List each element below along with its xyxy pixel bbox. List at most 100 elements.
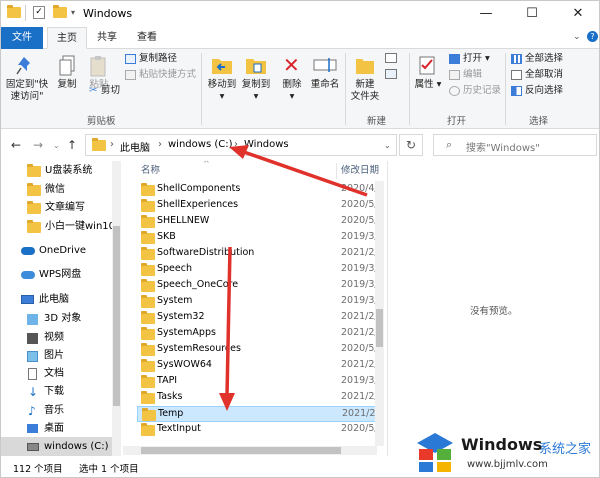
- table-row[interactable]: SHELLNEW 2020/5/: [137, 214, 383, 230]
- table-row[interactable]: SystemApps 2021/2/: [137, 326, 383, 342]
- scroll-thumb[interactable]: [141, 447, 341, 454]
- nav-item-label: 文档: [44, 368, 64, 379]
- column-header-date[interactable]: 修改日期: [341, 161, 379, 181]
- select-all-button[interactable]: 全部选择: [525, 53, 563, 65]
- tab-home[interactable]: 主页: [47, 27, 87, 49]
- new-folder-button[interactable]: 新建 文件夹: [347, 79, 383, 103]
- table-row[interactable]: SoftwareDistribution 2021/2/: [137, 246, 383, 262]
- new-folder-icon[interactable]: [53, 5, 67, 18]
- search-input[interactable]: ⌕ 搜索"Windows": [433, 134, 597, 156]
- table-row[interactable]: Speech 2019/3/: [137, 262, 383, 278]
- checkmark-icon[interactable]: ✓: [33, 6, 45, 19]
- breadcrumb-drive-c[interactable]: windows (C:): [168, 139, 232, 150]
- folder-icon: [7, 5, 21, 18]
- navigation-pane: U盘装系统 微信 文章编写 小白一键win10 OneDrive WPS网盘 此…: [1, 161, 121, 456]
- move-to-button[interactable]: 移动到 ▾: [205, 79, 239, 103]
- scroll-thumb[interactable]: [376, 309, 383, 347]
- tab-file[interactable]: 文件: [1, 27, 43, 49]
- copy-button[interactable]: 复制: [53, 79, 81, 91]
- new-item-icon[interactable]: [385, 53, 397, 63]
- cloud-icon: [21, 271, 35, 279]
- move-to-label: 移动到: [207, 79, 237, 90]
- help-icon[interactable]: ?: [587, 31, 598, 42]
- table-row[interactable]: Temp 2021/2/: [137, 406, 383, 422]
- easy-access-icon[interactable]: [385, 69, 397, 79]
- scroll-thumb[interactable]: [113, 226, 120, 406]
- table-row[interactable]: TextInput 2020/5/: [137, 422, 383, 438]
- table-row[interactable]: SystemResources 2020/5/: [137, 342, 383, 358]
- table-row[interactable]: TAPI 2019/3/: [137, 374, 383, 390]
- tab-view[interactable]: 查看: [127, 27, 167, 49]
- pin-icon: [15, 55, 33, 77]
- file-list-vertical-scrollbar[interactable]: [375, 181, 384, 446]
- maximize-button[interactable]: ☐: [509, 1, 555, 27]
- chevron-down-icon[interactable]: ⌄: [573, 32, 581, 42]
- new-folder-icon: [355, 55, 375, 75]
- folder-icon: [27, 201, 41, 214]
- file-date: 2020/5/: [341, 199, 378, 210]
- new-folder-label-line2: 文件夹: [350, 91, 380, 102]
- history-button[interactable]: 历史记录: [463, 85, 501, 97]
- minimize-button[interactable]: —: [463, 1, 509, 27]
- nav-item-label: windows (C:): [44, 441, 109, 452]
- cut-button[interactable]: 剪切: [101, 85, 120, 97]
- windows-logo-icon: [417, 433, 453, 472]
- paste-shortcut-button[interactable]: 粘贴快捷方式: [139, 69, 196, 81]
- select-none-button[interactable]: 全部取消: [525, 69, 563, 81]
- file-name: SKB: [157, 231, 176, 242]
- file-name: ShellComponents: [157, 183, 241, 194]
- search-placeholder: 搜索"Windows": [466, 143, 540, 154]
- delete-icon: ✕: [283, 53, 300, 77]
- file-name: SHELLNEW: [157, 215, 210, 226]
- table-row[interactable]: Speech_OneCore 2019/3/: [137, 278, 383, 294]
- table-row[interactable]: System 2019/3/: [137, 294, 383, 310]
- rename-button[interactable]: 重命名: [307, 79, 343, 91]
- address-box[interactable]: › 此电脑 › windows (C:) › Windows ⌄: [85, 134, 397, 156]
- file-date: 2021/2/: [342, 408, 379, 419]
- table-row[interactable]: Tasks 2021/2/: [137, 390, 383, 406]
- column-header-name[interactable]: 名称: [141, 161, 160, 181]
- edit-button[interactable]: 编辑: [463, 69, 482, 81]
- file-date: 2020/5/: [341, 343, 378, 354]
- forward-arrow-icon[interactable]: →: [33, 138, 43, 152]
- refresh-button[interactable]: ↻: [399, 134, 423, 156]
- breadcrumb-this-pc[interactable]: 此电脑: [120, 139, 150, 154]
- table-row[interactable]: ShellComponents 2020/4/: [137, 182, 383, 198]
- file-date: 2021/2/: [341, 311, 378, 322]
- tab-share[interactable]: 共享: [89, 27, 125, 49]
- nav-scrollbar[interactable]: [112, 161, 121, 456]
- file-name: ShellExperiences: [157, 199, 239, 210]
- file-date: 2020/4/: [341, 183, 378, 194]
- edit-icon: [449, 70, 460, 80]
- pin-quick-access-button[interactable]: 固定到"快 速访问": [5, 79, 49, 103]
- chevron-down-icon[interactable]: ▾: [71, 8, 75, 17]
- nav-item-label: 音乐: [44, 405, 64, 416]
- up-arrow-icon[interactable]: ↑: [67, 138, 77, 152]
- chevron-down-icon[interactable]: ⌄: [384, 141, 391, 150]
- nav-item-drive-c[interactable]: windows (C:): [1, 437, 112, 456]
- copy-path-button[interactable]: 复制路径: [139, 53, 177, 65]
- breadcrumb-windows[interactable]: Windows: [244, 139, 289, 150]
- nav-item-label: 此电脑: [39, 294, 69, 305]
- copy-to-button[interactable]: 复制到 ▾: [239, 79, 273, 103]
- file-list-horizontal-scrollbar[interactable]: [123, 446, 377, 455]
- explorer-window: ✓ ▾ Windows — ☐ ✕ 文件 主页 共享 查看 ⌄ ? 固定到"快 …: [0, 0, 600, 478]
- table-row[interactable]: SKB 2019/3/: [137, 230, 383, 246]
- table-row[interactable]: System32 2021/2/: [137, 310, 383, 326]
- group-label-new: 新建: [367, 116, 387, 127]
- folder-icon: [141, 423, 155, 436]
- folder-icon: [141, 391, 155, 404]
- no-preview-text: 没有预览。: [470, 306, 518, 317]
- table-row[interactable]: ShellExperiences 2020/5/: [137, 198, 383, 214]
- back-arrow-icon[interactable]: ←: [11, 138, 21, 152]
- pin-label-line1: 固定到"快: [5, 79, 49, 90]
- properties-button[interactable]: 属性 ▾: [413, 79, 443, 91]
- table-row[interactable]: SysWOW64 2021/2/: [137, 358, 383, 374]
- open-button[interactable]: 打开 ▾: [463, 53, 490, 65]
- delete-button[interactable]: 删除 ▾: [279, 79, 305, 103]
- close-button[interactable]: ✕: [555, 1, 599, 27]
- file-date: 2019/3/: [341, 295, 378, 306]
- nav-item-label: WPS网盘: [39, 269, 82, 280]
- invert-selection-button[interactable]: 反向选择: [525, 85, 563, 97]
- chevron-down-icon[interactable]: ⌄: [53, 141, 60, 150]
